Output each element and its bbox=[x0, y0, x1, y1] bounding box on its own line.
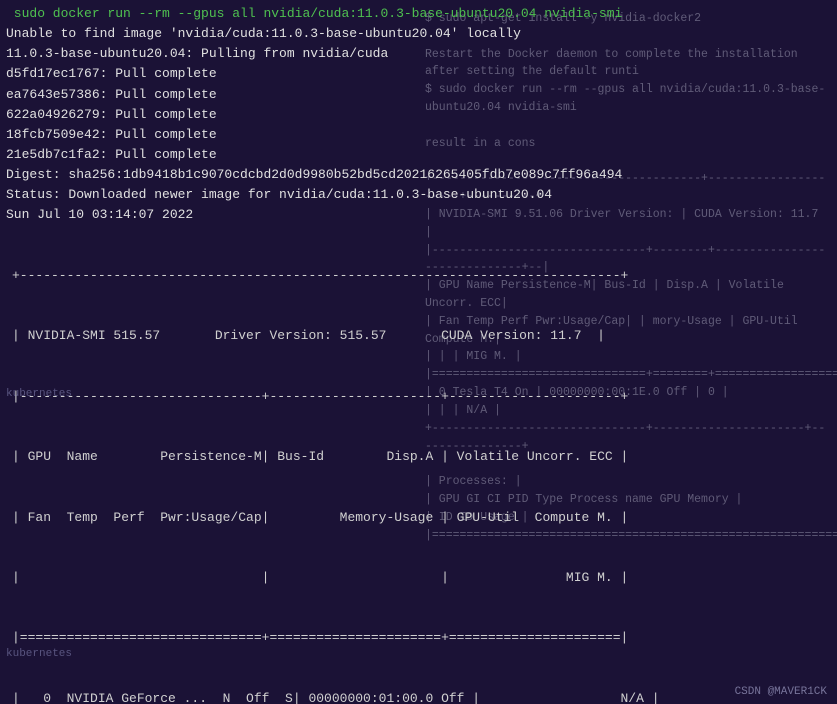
nvidia-smi-table: +---------------------------------------… bbox=[0, 226, 837, 704]
section-label-kubernetes-2: kubernetes bbox=[6, 648, 72, 660]
smi-col-header2: | Fan Temp Perf Pwr:Usage/Cap| Memory-Us… bbox=[6, 508, 831, 528]
layer-622a: 622a04926279: Pull complete bbox=[0, 105, 837, 125]
command-line: sudo docker run --rm --gpus all nvidia/c… bbox=[0, 4, 837, 24]
digest-line: Digest: sha256:1db9418b1c9070cdcbd2d0d99… bbox=[0, 165, 837, 185]
smi-border-top: +---------------------------------------… bbox=[6, 266, 831, 286]
layer-21e5: 21e5db7c1fa2: Pull complete bbox=[0, 145, 837, 165]
layer-d5fd: d5fd17ec1767: Pull complete bbox=[0, 64, 837, 84]
pull-error-line: Unable to find image 'nvidia/cuda:11.0.3… bbox=[0, 24, 837, 44]
main-terminal-content: sudo docker run --rm --gpus all nvidia/c… bbox=[0, 0, 837, 704]
terminal-window: $ sudo apt-get install -y nvidia-docker2… bbox=[0, 0, 837, 704]
section-label-kubernetes-1: kubernetes bbox=[6, 388, 72, 400]
smi-divider2: |===============================+=======… bbox=[6, 628, 831, 648]
layer-18fc: 18fcb7509e42: Pull complete bbox=[0, 125, 837, 145]
gpu-row1: | 0 NVIDIA GeForce ... N Off S| 00000000… bbox=[6, 689, 831, 704]
pulling-line: 11.0.3-base-ubuntu20.04: Pulling from nv… bbox=[0, 44, 837, 64]
status-line: Status: Downloaded newer image for nvidi… bbox=[0, 185, 837, 205]
smi-header: | NVIDIA-SMI 515.57 Driver Version: 515.… bbox=[6, 326, 831, 346]
smi-col-header3: | | | MIG M. | bbox=[6, 568, 831, 588]
smi-divider1: |-------------------------------+-------… bbox=[6, 387, 831, 407]
timestamp-line: Sun Jul 10 03:14:07 2022 bbox=[0, 205, 837, 225]
smi-col-header1: | GPU Name Persistence-M| Bus-Id Disp.A … bbox=[6, 447, 831, 467]
watermark: CSDN @MAVER1CK bbox=[735, 686, 827, 698]
layer-ea76: ea7643e57386: Pull complete bbox=[0, 85, 837, 105]
